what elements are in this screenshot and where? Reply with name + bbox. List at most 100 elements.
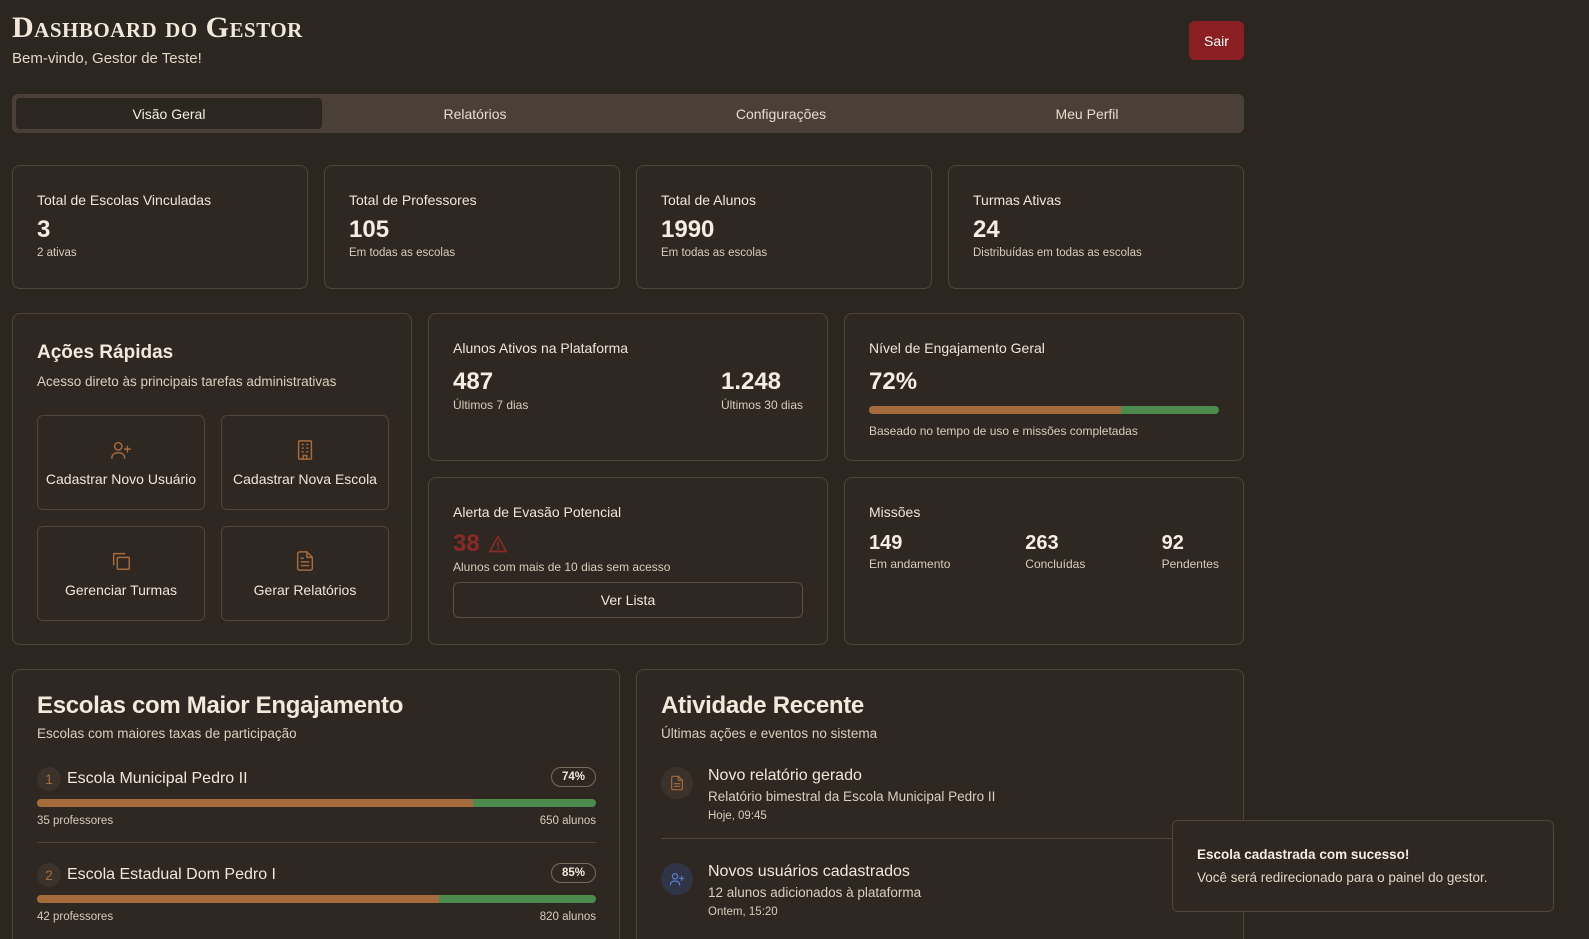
top-schools-title: Escolas com Maior Engajamento (37, 692, 404, 719)
toast-message: Você será redirecionado para o painel do… (1197, 870, 1488, 885)
school-progress-fill (37, 895, 440, 903)
stat-card-schools: Total de Escolas Vinculadas 3 2 ativas (12, 165, 308, 289)
school-percent-badge: 85% (550, 863, 596, 883)
user-plus-icon (111, 441, 131, 459)
toast-title: Escola cadastrada com sucesso! (1197, 847, 1410, 862)
tab-reports[interactable]: Relatórios (322, 98, 628, 129)
stat-sub: Em todas as escolas (661, 247, 768, 259)
school-teachers: 35 professores (37, 815, 114, 827)
activity-description: 12 alunos adicionados à plataforma (708, 885, 922, 900)
file-text-icon (296, 550, 314, 571)
school-progress-bar (37, 799, 596, 807)
school-name: Escola Estadual Dom Pedro I (67, 866, 276, 883)
missions-in-progress-value: 149 (869, 532, 903, 554)
school-row[interactable]: 2 Escola Estadual Dom Pedro I 85% 42 pro… (37, 863, 596, 923)
activity-time: Hoje, 09:45 (708, 810, 767, 822)
activity-title: Novos usuários cadastrados (708, 863, 910, 880)
missions-in-progress-label: Em andamento (869, 557, 951, 571)
stat-label: Turmas Ativas (973, 192, 1062, 208)
top-schools-subtitle: Escolas com maiores taxas de participaçã… (37, 726, 297, 741)
stat-value: 24 (973, 216, 1000, 243)
manage-classes-label: Gerenciar Turmas (64, 581, 178, 598)
dropout-note: Alunos com mais de 10 dias sem acesso (453, 560, 671, 574)
dropout-alert-card: Alerta de Evasão Potencial 38 Alunos com… (428, 477, 828, 645)
school-progress-bar (37, 895, 596, 903)
building-icon (297, 439, 313, 460)
dropout-title: Alerta de Evasão Potencial (453, 504, 622, 520)
view-list-button[interactable]: Ver Lista (453, 582, 803, 618)
active-7-days-value: 487 (453, 368, 494, 395)
tab-settings[interactable]: Configurações (628, 98, 934, 129)
engagement-card: Nível de Engajamento Geral 72% Baseado n… (844, 313, 1244, 461)
school-rank: 2 (37, 863, 61, 887)
activity-time: Ontem, 15:20 (708, 906, 778, 918)
stat-sub: 2 ativas (37, 247, 77, 259)
page-title: Dashboard do Gestor (12, 11, 303, 44)
engagement-note: Baseado no tempo de uso e missões comple… (869, 424, 1138, 438)
logout-button[interactable]: Sair (1189, 21, 1244, 60)
quick-actions-title: Ações Rápidas (37, 342, 174, 363)
add-school-label: Cadastrar Nova Escola (233, 470, 377, 487)
stat-label: Total de Professores (349, 192, 477, 208)
user-plus-icon (661, 863, 693, 895)
missions-pending-value: 92 (1161, 532, 1184, 554)
missions-completed-label: Concluídas (1025, 557, 1086, 571)
school-name: Escola Municipal Pedro II (67, 770, 248, 787)
recent-activity-card: Atividade Recente Últimas ações e evento… (636, 669, 1244, 939)
stat-sub: Em todas as escolas (349, 247, 456, 259)
active-30-days-label: Últimos 30 dias (720, 398, 803, 412)
engagement-value: 72% (869, 368, 918, 395)
add-school-button[interactable]: Cadastrar Nova Escola (221, 415, 389, 510)
active-30-days-value: 1.248 (720, 368, 782, 395)
school-row[interactable]: 1 Escola Municipal Pedro II 74% 35 profe… (37, 767, 596, 843)
school-students: 650 alunos (539, 815, 596, 827)
add-user-button[interactable]: Cadastrar Novo Usuário (37, 415, 205, 510)
stat-value: 105 (349, 216, 390, 243)
dropout-value: 38 (453, 530, 480, 557)
file-text-icon (661, 767, 693, 799)
manage-classes-button[interactable]: Gerenciar Turmas (37, 526, 205, 621)
divider (661, 838, 1220, 839)
activity-title: Novo relatório gerado (708, 767, 862, 784)
activity-item[interactable]: Novos usuários cadastrados 12 alunos adi… (661, 863, 1220, 918)
stat-card-teachers: Total de Professores 105 Em todas as esc… (324, 165, 620, 289)
school-percent-badge: 74% (550, 767, 596, 787)
generate-reports-label: Gerar Relatórios (253, 581, 357, 598)
page-header: Dashboard do Gestor Bem-vindo, Gestor de… (12, 10, 1244, 70)
missions-pending-label: Pendentes (1161, 557, 1219, 571)
stat-sub: Distribuídas em todas as escolas (973, 247, 1142, 259)
stat-label: Total de Alunos (661, 192, 756, 208)
tab-overview[interactable]: Visão Geral (16, 98, 322, 129)
tab-profile[interactable]: Meu Perfil (934, 98, 1240, 129)
quick-actions-subtitle: Acesso direto às principais tarefas admi… (37, 374, 337, 389)
copy-icon (112, 552, 130, 570)
stat-card-students: Total de Alunos 1990 Em todas as escolas (636, 165, 932, 289)
engagement-progress-fill (869, 406, 1121, 414)
activity-item[interactable]: Novo relatório gerado Relatório bimestra… (661, 767, 1220, 839)
stat-value: 1990 (661, 216, 715, 243)
school-teachers: 42 professores (37, 911, 114, 923)
generate-reports-button[interactable]: Gerar Relatórios (221, 526, 389, 621)
recent-activity-subtitle: Últimas ações e eventos no sistema (661, 726, 878, 741)
active-students-card: Alunos Ativos na Plataforma 487 Últimos … (428, 313, 828, 461)
activity-description: Relatório bimestral da Escola Municipal … (708, 789, 996, 804)
missions-completed-value: 263 (1025, 532, 1059, 554)
active-students-title: Alunos Ativos na Plataforma (453, 340, 629, 356)
active-7-days-label: Últimos 7 dias (453, 398, 529, 412)
school-progress-fill (37, 799, 474, 807)
missions-title: Missões (869, 504, 921, 520)
add-user-label: Cadastrar Novo Usuário (45, 470, 197, 487)
stat-card-classes: Turmas Ativas 24 Distribuídas em todas a… (948, 165, 1244, 289)
missions-card: Missões 149 Em andamento 263 Concluídas … (844, 477, 1244, 645)
engagement-title: Nível de Engajamento Geral (869, 340, 1045, 356)
stat-value: 3 (37, 216, 51, 243)
recent-activity-title: Atividade Recente (661, 692, 864, 719)
divider (37, 842, 596, 843)
welcome-text: Bem-vindo, Gestor de Teste! (12, 50, 202, 67)
engagement-progress-bar (869, 406, 1219, 414)
school-rank: 1 (37, 767, 61, 791)
stat-label: Total de Escolas Vinculadas (37, 192, 212, 208)
top-schools-card: Escolas com Maior Engajamento Escolas co… (12, 669, 620, 939)
success-toast[interactable]: Escola cadastrada com sucesso! Você será… (1172, 820, 1554, 912)
school-students: 820 alunos (539, 911, 596, 923)
